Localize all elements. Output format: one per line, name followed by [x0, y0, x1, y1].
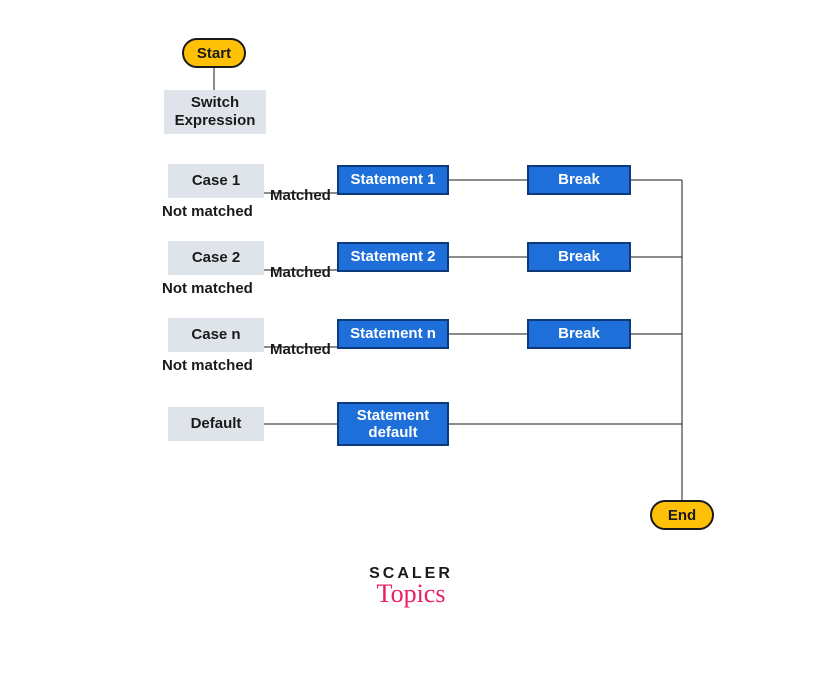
statement-2-label: Statement 2: [350, 248, 435, 265]
default-label: Default: [191, 415, 242, 433]
statement-1-node: Statement 1: [337, 165, 449, 195]
case-1-node: Case 1: [168, 164, 264, 198]
switch-expression-label: Switch Expression: [175, 94, 256, 130]
break-1-label: Break: [558, 171, 600, 188]
statement-n-node: Statement n: [337, 319, 449, 349]
statement-2-node: Statement 2: [337, 242, 449, 272]
break-n-label: Break: [558, 325, 600, 342]
start-label: Start: [197, 45, 231, 62]
case-1-matched-label: Matched: [270, 187, 331, 204]
case-1-label: Case 1: [192, 172, 240, 190]
end-node: End: [650, 500, 714, 530]
statement-default-node: Statement default: [337, 402, 449, 446]
case-n-matched-label: Matched: [270, 341, 331, 358]
flowchart-canvas: Start Switch Expression Case 1 Matched S…: [0, 0, 816, 700]
case-n-notmatched-label: Not matched: [162, 357, 253, 374]
break-2-label: Break: [558, 248, 600, 265]
scaler-topics-logo: SCALER Topics: [356, 565, 466, 609]
case-n-label: Case n: [191, 326, 240, 344]
statement-default-label: Statement default: [357, 407, 430, 442]
statement-1-label: Statement 1: [350, 171, 435, 188]
break-2-node: Break: [527, 242, 631, 272]
case-2-matched-label: Matched: [270, 264, 331, 281]
case-n-node: Case n: [168, 318, 264, 352]
break-1-node: Break: [527, 165, 631, 195]
case-1-notmatched-label: Not matched: [162, 203, 253, 220]
case-2-notmatched-label: Not matched: [162, 280, 253, 297]
case-2-label: Case 2: [192, 249, 240, 267]
default-node: Default: [168, 407, 264, 441]
statement-n-label: Statement n: [350, 325, 436, 342]
case-2-node: Case 2: [168, 241, 264, 275]
logo-bottom-text: Topics: [356, 579, 466, 609]
switch-expression-node: Switch Expression: [164, 90, 266, 134]
start-node: Start: [182, 38, 246, 68]
break-n-node: Break: [527, 319, 631, 349]
end-label: End: [668, 507, 696, 524]
